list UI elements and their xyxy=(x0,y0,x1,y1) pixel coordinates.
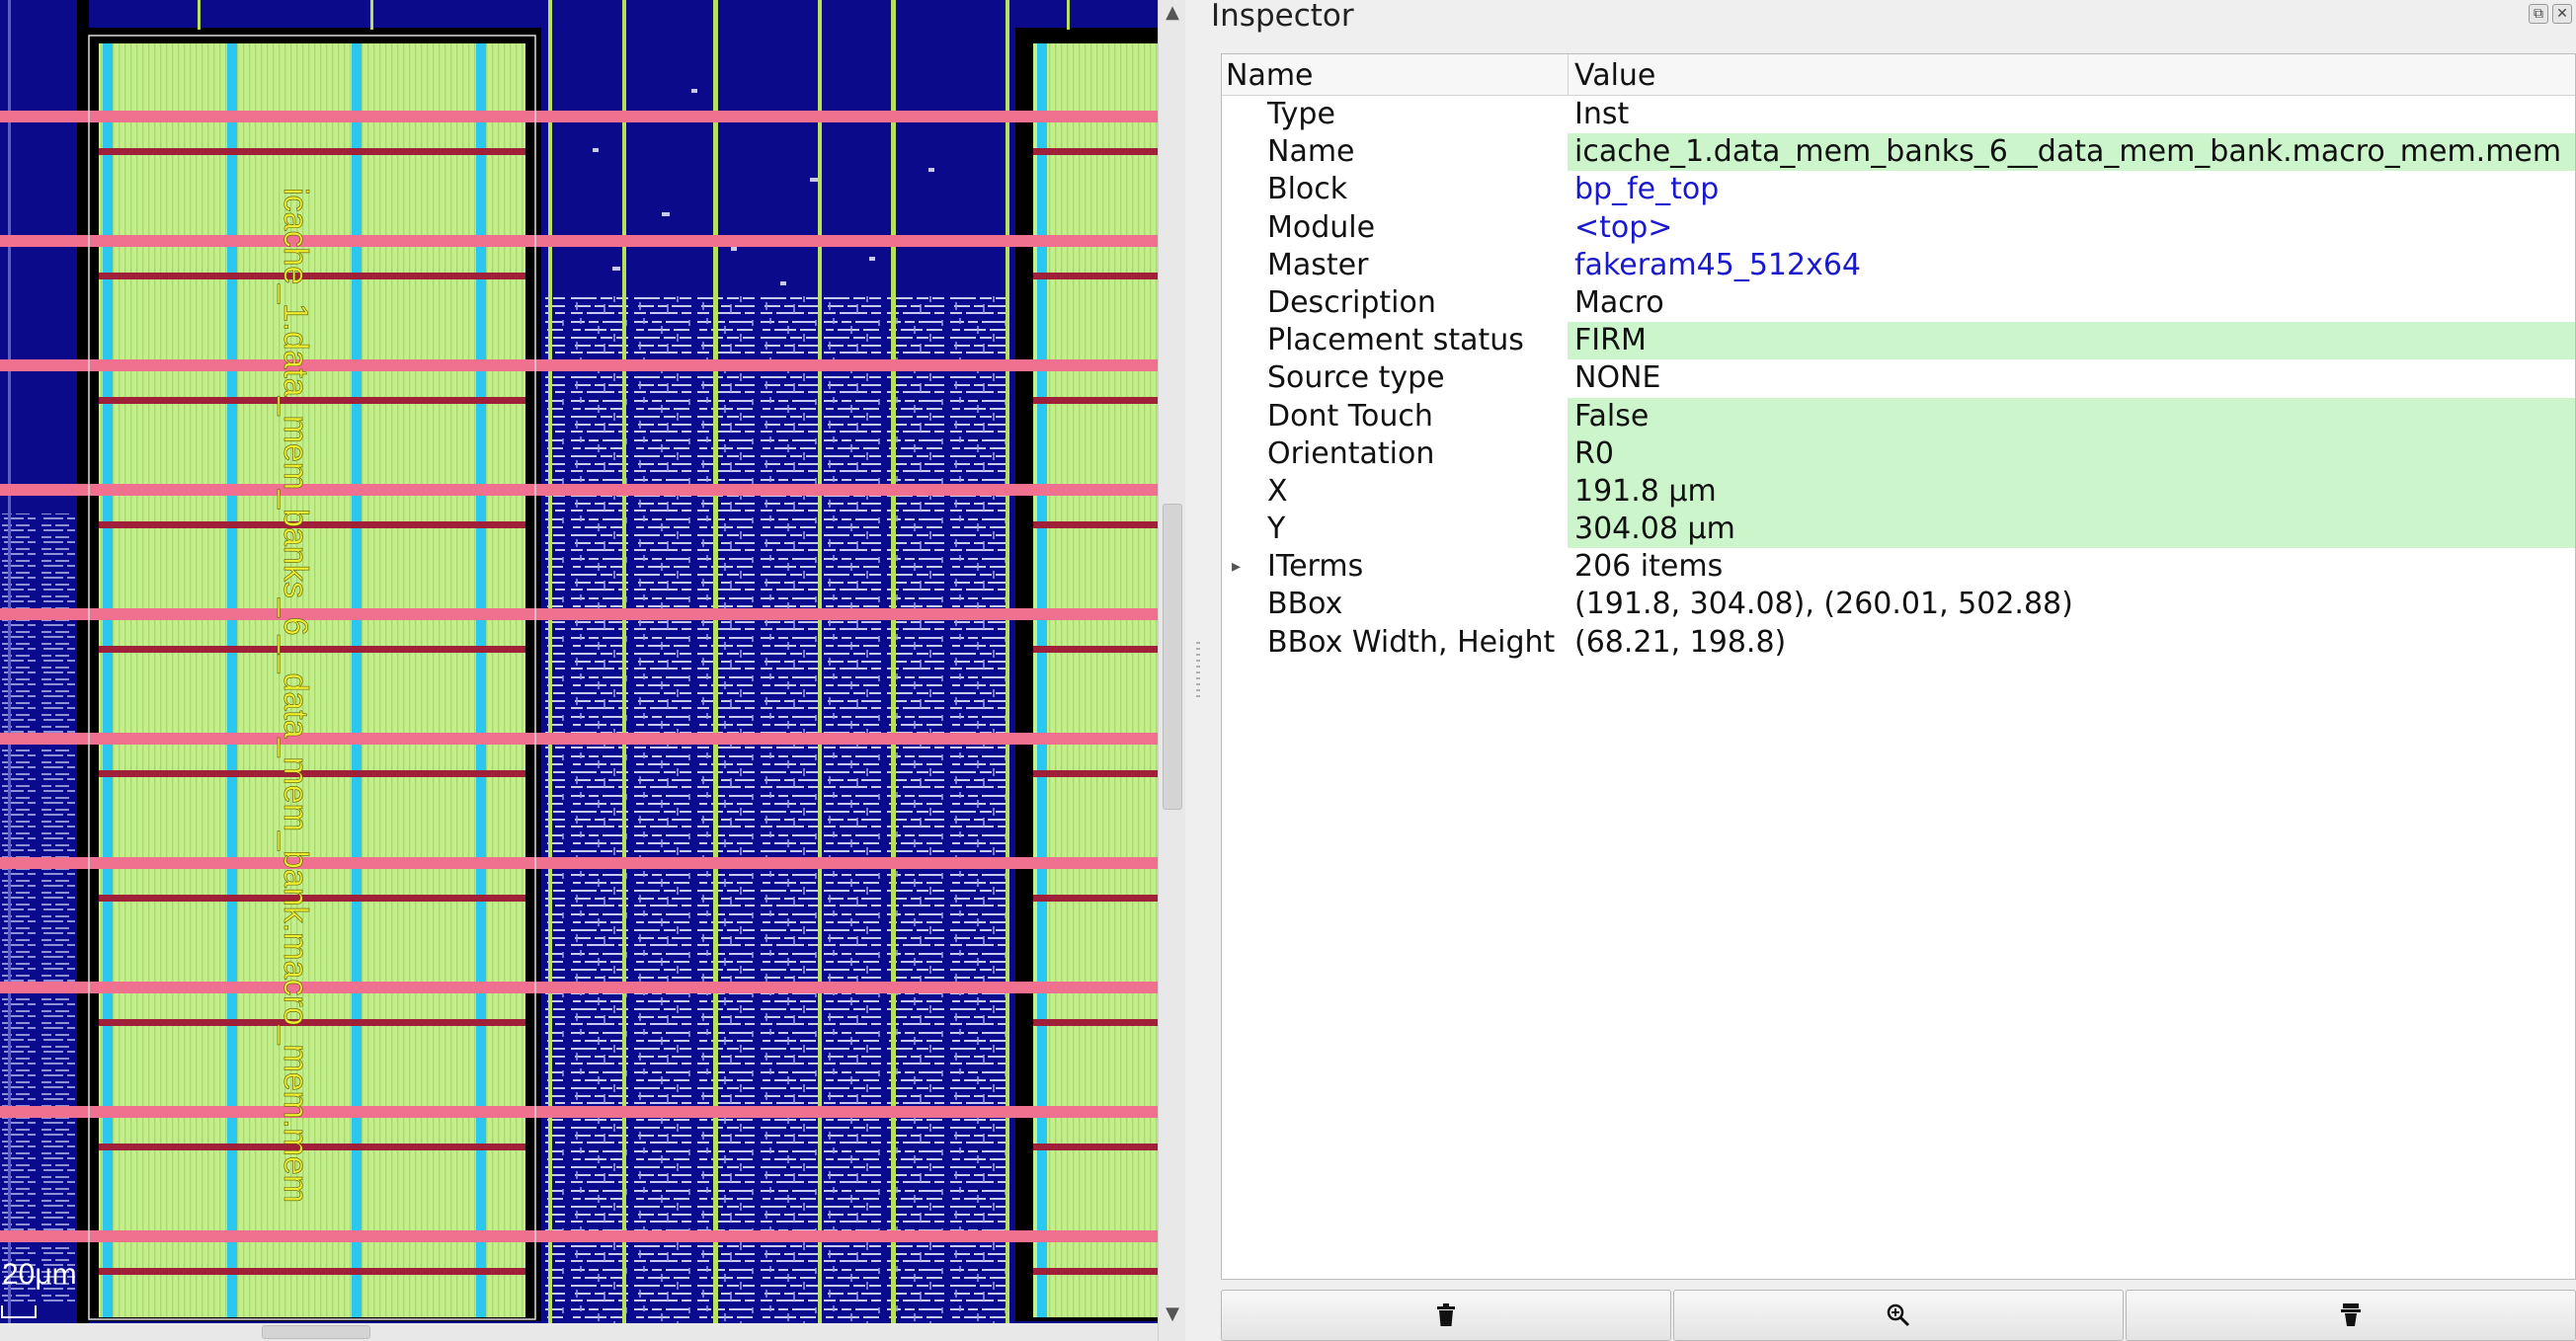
splitter-grip-icon xyxy=(1196,642,1200,701)
column-divider[interactable] xyxy=(1568,54,1569,96)
property-name: Placement status xyxy=(1267,323,1524,358)
property-value-link[interactable]: bp_fe_top xyxy=(1568,171,2575,208)
property-row[interactable]: BBox Width, Height (68.21, 198.8) xyxy=(1222,624,2575,662)
vertical-scroll-thumb[interactable] xyxy=(1163,504,1182,810)
property-row[interactable]: BBox (191.8, 304.08), (260.01, 502.88) xyxy=(1222,586,2575,623)
property-rows: Type Inst Name icache_1.data_mem_banks_6__d… xyxy=(1222,96,2575,662)
delete-button[interactable] xyxy=(1221,1290,1671,1341)
property-value-editable[interactable]: FIRM xyxy=(1568,322,2575,360)
scale-label: 20μm xyxy=(2,1258,77,1291)
property-name: Master xyxy=(1267,247,1369,282)
property-row[interactable]: Module <top> xyxy=(1222,209,2575,247)
horizontal-scroll-thumb[interactable] xyxy=(262,1325,370,1339)
inspector-title: Inspector xyxy=(1211,0,1354,34)
highlight-icon xyxy=(2341,1303,2361,1326)
layout-canvas[interactable]: icache_1.data_mem_banks_6__data_mem_bank… xyxy=(0,0,1158,1341)
property-row[interactable]: Name icache_1.data_mem_banks_6__data_mem_… xyxy=(1222,133,2575,172)
highlight-button[interactable] xyxy=(2126,1290,2576,1341)
property-value-link[interactable]: <top> xyxy=(1568,209,2575,247)
property-row[interactable]: X 191.8 μm xyxy=(1222,472,2575,511)
property-value-editable[interactable]: R0 xyxy=(1568,434,2575,473)
property-value: NONE xyxy=(1574,360,1661,396)
property-value-editable[interactable]: 191.8 μm xyxy=(1568,472,2575,511)
zoom-icon xyxy=(1887,1303,1910,1327)
property-value: (68.21, 198.8) xyxy=(1574,624,1787,660)
property-row[interactable]: ▸ ITerms 206 items xyxy=(1222,548,2575,586)
horizontal-scrollbar[interactable] xyxy=(0,1323,1158,1341)
property-row[interactable]: Master fakeram45_512x64 xyxy=(1222,247,2575,284)
property-value: Macro xyxy=(1574,284,1664,320)
property-value: 206 items xyxy=(1574,549,1724,585)
property-row[interactable]: Description Macro xyxy=(1222,284,2575,322)
property-row[interactable]: Placement status FIRM xyxy=(1222,322,2575,360)
trash-icon xyxy=(1437,1303,1455,1326)
property-value: Inst xyxy=(1574,97,1630,131)
value-column-header[interactable]: Value xyxy=(1574,58,1655,93)
property-name: Source type xyxy=(1267,360,1445,396)
property-name: Description xyxy=(1267,284,1436,320)
property-row[interactable]: Type Inst xyxy=(1222,96,2575,133)
float-icon[interactable]: ⧉ xyxy=(2529,4,2548,24)
property-value-editable[interactable]: 304.08 μm xyxy=(1568,511,2575,549)
name-column-header[interactable]: Name xyxy=(1226,58,1314,93)
close-icon[interactable]: ✕ xyxy=(2552,4,2572,24)
property-row[interactable]: Y 304.08 μm xyxy=(1222,511,2575,549)
zoom-to-button[interactable] xyxy=(1673,1290,2124,1341)
property-name: Block xyxy=(1267,172,1348,207)
property-row[interactable]: Dont Touch False xyxy=(1222,397,2575,435)
property-name: ITerms xyxy=(1267,549,1364,585)
property-name: BBox xyxy=(1267,587,1343,622)
dock-splitter[interactable] xyxy=(1185,0,1211,1341)
property-row[interactable]: Block bp_fe_top xyxy=(1222,171,2575,208)
property-name: Type xyxy=(1267,97,1335,131)
property-name: Name xyxy=(1267,134,1355,170)
inspector-panel: Inspector ⧉ ✕ Name Value Type Inst Name ica… xyxy=(1211,0,2576,1341)
layout-geometry xyxy=(0,0,1158,1341)
property-value: (191.8, 304.08), (260.01, 502.88) xyxy=(1574,587,2073,622)
property-name: Dont Touch xyxy=(1267,398,1433,434)
tree-header: Name Value xyxy=(1222,54,2575,96)
layout-viewer[interactable]: icache_1.data_mem_banks_6__data_mem_bank… xyxy=(0,0,1158,1341)
property-name: X xyxy=(1267,473,1288,509)
property-name: BBox Width, Height xyxy=(1267,624,1556,660)
instance-label: icache_1.data_mem_banks_6__data_mem_bank… xyxy=(277,188,314,1203)
property-name: Y xyxy=(1267,512,1286,547)
property-row[interactable]: Source type NONE xyxy=(1222,359,2575,397)
inspector-actions xyxy=(1221,1290,2576,1341)
scroll-up-arrow-icon[interactable]: ▲ xyxy=(1159,0,1186,26)
scroll-down-arrow-icon[interactable]: ▼ xyxy=(1159,1302,1186,1327)
property-value-link[interactable]: fakeram45_512x64 xyxy=(1568,247,2575,284)
vertical-scrollbar[interactable]: ▲ ▼ xyxy=(1158,0,1185,1341)
property-name: Module xyxy=(1267,209,1376,245)
property-name: Orientation xyxy=(1267,435,1435,471)
property-value-editable[interactable]: False xyxy=(1568,397,2575,435)
expand-arrow-icon[interactable]: ▸ xyxy=(1232,548,1249,586)
property-row[interactable]: Orientation R0 xyxy=(1222,434,2575,473)
property-tree[interactable]: Name Value Type Inst Name icache_1.data_mem… xyxy=(1221,53,2576,1280)
property-value-editable[interactable]: icache_1.data_mem_banks_6__data_mem_bank… xyxy=(1568,133,2575,172)
dock-controls: ⧉ ✕ xyxy=(2529,4,2572,24)
